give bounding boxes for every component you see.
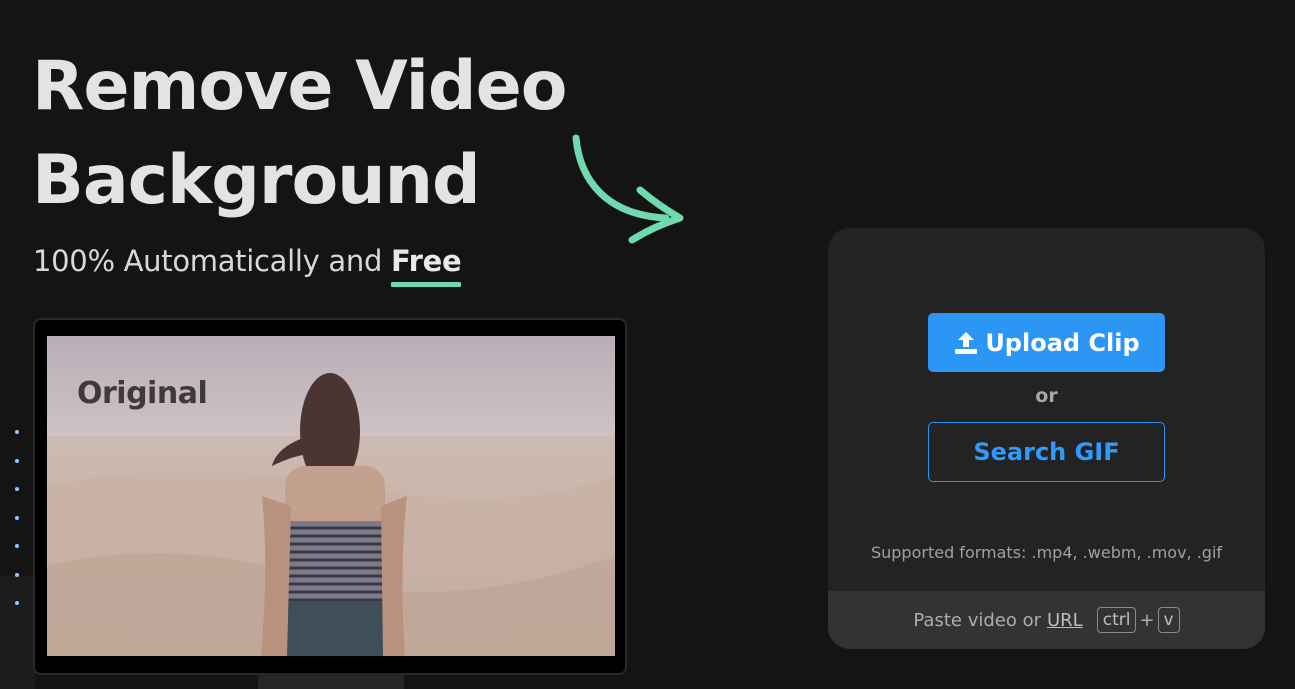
title-line-1: Remove Video — [32, 47, 567, 126]
title-line-2: Background — [32, 141, 481, 220]
paste-bar: Paste video or URL ctrl + v — [828, 591, 1265, 649]
paste-prefix-text: Paste video or — [913, 609, 1041, 631]
page-title: Remove Video Background — [32, 40, 567, 228]
or-label: or — [1035, 385, 1058, 407]
upload-card: Upload Clip or Search GIF Supported form… — [828, 228, 1265, 649]
curved-arrow-icon — [572, 134, 684, 244]
free-label: Free — [391, 244, 462, 278]
key-plus: + — [1139, 609, 1155, 631]
supported-formats-text: Supported formats: .mp4, .webm, .mov, .g… — [870, 543, 1223, 562]
paste-url-link[interactable]: URL — [1047, 610, 1083, 631]
highlight-underline — [391, 282, 462, 287]
subtitle-text: 100% Automatically and — [33, 244, 391, 278]
decorative-dots — [15, 430, 19, 630]
monitor-frame: Original — [33, 318, 627, 675]
monitor-stand — [258, 673, 404, 689]
subtitle: 100% Automatically and Free — [33, 244, 462, 287]
search-gif-button[interactable]: Search GIF — [928, 422, 1165, 482]
key-ctrl: ctrl — [1096, 607, 1137, 633]
upload-icon — [955, 331, 978, 354]
upload-clip-label: Upload Clip — [985, 328, 1140, 357]
subtitle-highlight: Free — [391, 244, 462, 287]
original-label: Original — [77, 376, 208, 411]
key-v: v — [1157, 607, 1180, 633]
upload-clip-button[interactable]: Upload Clip — [928, 313, 1165, 372]
preview-video[interactable]: Original — [47, 336, 615, 656]
